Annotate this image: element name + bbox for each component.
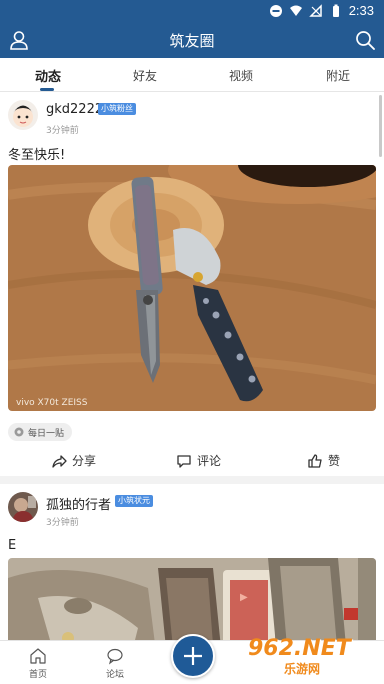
status-time: 2:33 [348, 3, 374, 18]
thumbs-up-icon [308, 453, 322, 468]
user-badge: 小筑状元 [115, 495, 153, 507]
tab-bar: 动态 好友 视频 附近 [0, 58, 384, 92]
tag-icon [14, 427, 24, 437]
site-watermark: 962.NET 乐游网 [244, 636, 382, 682]
tab-nearby[interactable]: 附近 [326, 67, 350, 84]
comment-button[interactable]: 评论 [176, 452, 221, 469]
tag-label: 每日一贴 [28, 429, 65, 439]
tab-videos[interactable]: 视频 [229, 67, 253, 84]
signal-off-icon [308, 3, 322, 17]
chat-icon [107, 648, 123, 665]
feed-post: gkd2222 小筑粉丝 3分钟前 冬至快乐! vivo X70t ZEISS … [0, 92, 384, 476]
battery-icon [332, 4, 339, 17]
post-username[interactable]: 孤独的行者 [46, 494, 111, 513]
knife-photo: ▶ [8, 558, 376, 640]
publish-button[interactable] [171, 634, 215, 678]
post-image[interactable]: ▶ [8, 558, 376, 640]
wifi-icon [289, 5, 302, 16]
nav-home-label: 首页 [28, 670, 47, 680]
feed-post: 孤独的行者 小筑状元 3分钟前 E ▶ [0, 484, 384, 640]
page-title: 筑友圈 [169, 32, 215, 50]
watermark-logo: 962.NET [248, 636, 351, 661]
nav-forum[interactable]: 论坛 [90, 647, 140, 680]
search-icon[interactable] [354, 29, 376, 51]
scrollbar[interactable] [379, 95, 382, 157]
status-bar: 2:33 [0, 0, 384, 22]
comment-label: 评论 [197, 454, 222, 468]
post-text: 冬至快乐! [8, 148, 66, 163]
avatar-image [8, 492, 38, 522]
user-badge: 小筑粉丝 [98, 103, 136, 115]
avatar[interactable] [8, 100, 38, 130]
app-bar: 筑友圈 [0, 22, 384, 58]
daily-post-tag[interactable]: 每日一贴 [8, 423, 73, 441]
avatar-image [8, 100, 38, 130]
post-time: 3分钟前 [46, 518, 79, 528]
comment-icon [177, 454, 191, 468]
status-icons: 2:33 [269, 3, 374, 18]
feed[interactable]: gkd2222 小筑粉丝 3分钟前 冬至快乐! vivo X70t ZEISS … [0, 92, 384, 640]
avatar[interactable] [8, 492, 38, 522]
tab-friends[interactable]: 好友 [133, 67, 157, 84]
post-image[interactable]: vivo X70t ZEISS [8, 165, 376, 411]
post-username[interactable]: gkd2222 [46, 102, 103, 117]
svg-text:▶: ▶ [240, 592, 248, 603]
plus-icon [184, 647, 202, 665]
active-tab-indicator [40, 88, 54, 91]
share-button[interactable]: 分享 [51, 452, 96, 469]
nav-forum-label: 论坛 [105, 670, 124, 680]
watermark-subtitle: 乐游网 [284, 662, 321, 676]
share-icon [52, 454, 67, 468]
like-button[interactable]: 赞 [307, 452, 340, 469]
do-not-disturb-icon [269, 4, 282, 17]
post-text: E [8, 538, 17, 553]
image-caption: vivo X70t ZEISS [16, 398, 88, 408]
tab-dynamic[interactable]: 动态 [35, 66, 61, 85]
post-time: 3分钟前 [46, 126, 79, 136]
like-label: 赞 [328, 454, 341, 468]
nav-home[interactable]: 首页 [13, 647, 63, 680]
share-label: 分享 [72, 454, 97, 468]
home-icon [30, 648, 46, 664]
knife-photo: vivo X70t ZEISS [8, 165, 376, 411]
